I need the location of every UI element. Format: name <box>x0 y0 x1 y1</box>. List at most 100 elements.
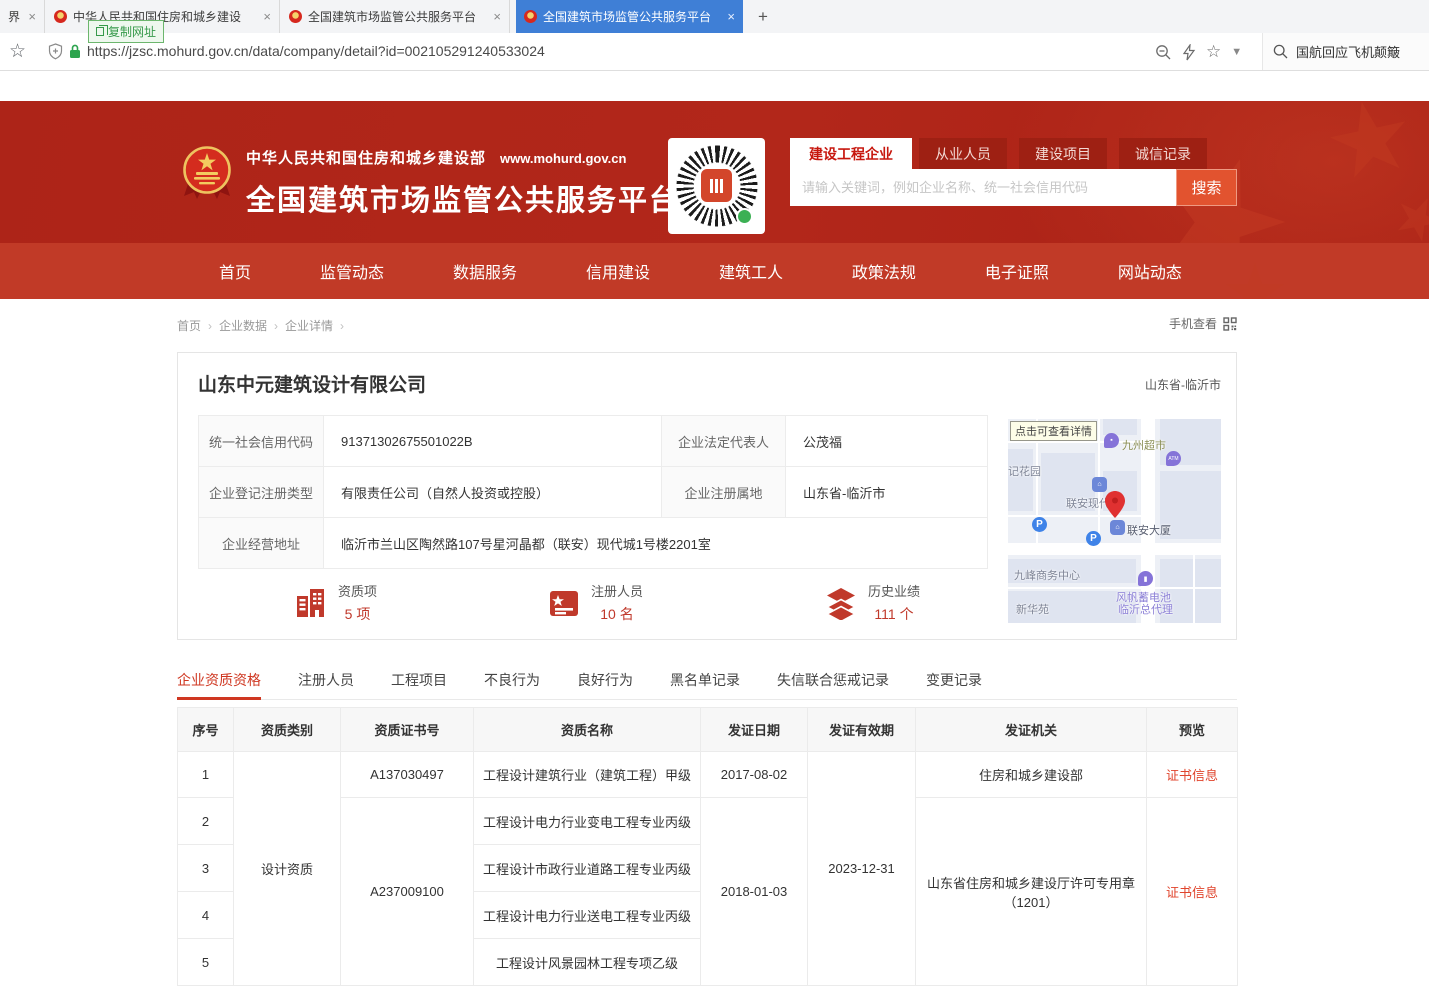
mobile-view-button[interactable]: 手机查看 <box>1169 315 1237 332</box>
wechat-badge-icon <box>736 208 753 225</box>
breadcrumb-separator: › <box>274 319 278 333</box>
favorite-star-icon[interactable]: ☆ <box>1206 42 1221 62</box>
cell-issue-date: 2017-08-02 <box>701 752 808 798</box>
tab-close-icon[interactable]: × <box>263 9 271 24</box>
map-label-garden: 记花园 <box>1008 463 1041 479</box>
company-detail-card: 山东中元建筑设计有限公司 山东省-临沂市 统一社会信用代码 9137130267… <box>177 352 1237 640</box>
map-poi-building-icon: ⌂ <box>1092 477 1107 492</box>
reg-region-label: 企业注册属地 <box>662 467 786 518</box>
breadcrumb-company-data[interactable]: 企业数据 <box>219 317 267 334</box>
breadcrumb-separator: › <box>340 319 344 333</box>
map-red-pin-icon <box>1105 491 1125 518</box>
breadcrumb-separator: › <box>208 319 212 333</box>
browser-tab-partial[interactable]: 界 × <box>0 0 45 33</box>
detail-tab-bar: 企业资质资格 注册人员 工程项目 不良行为 良好行为 黑名单记录 失信联合惩戒记… <box>177 661 1237 700</box>
browser-tab-jzsc-active[interactable]: 全国建筑市场监管公共服务平台 × <box>516 0 743 33</box>
breadcrumb-home[interactable]: 首页 <box>177 317 201 334</box>
new-tab-button[interactable]: + <box>750 4 776 30</box>
col-preview: 预览 <box>1147 708 1238 752</box>
browser-tab-strip: 界 × 中华人民共和国住房和城乡建设 × 全国建筑市场监管公共服务平台 × 全国… <box>0 0 1429 33</box>
nav-item-supervision[interactable]: 监管动态 <box>320 259 384 283</box>
tab-close-icon[interactable]: × <box>727 9 735 24</box>
credit-code-value: 91371302675501022B <box>324 416 662 467</box>
address-value: 临沂市兰山区陶然路107号星河晶都（联安）现代城1号楼2201室 <box>324 518 988 569</box>
tab-change-record[interactable]: 变更记录 <box>926 661 982 699</box>
reg-region-value: 山东省-临沂市 <box>786 467 988 518</box>
tab-projects[interactable]: 工程项目 <box>391 661 447 699</box>
mobile-view-label: 手机查看 <box>1169 315 1217 332</box>
stat-label: 资质项 <box>338 581 377 600</box>
company-stats: 资质项 5 项 注册人员 10 名 历史业绩 111 个 <box>198 579 987 631</box>
map-tooltip: 点击可查看详情 <box>1010 421 1097 441</box>
stat-label: 历史业绩 <box>868 581 920 600</box>
cell-name: 工程设计建筑行业（建筑工程）甲级 <box>474 752 701 798</box>
qr-center-logo <box>701 169 732 202</box>
search-tab-project[interactable]: 建设项目 <box>1019 138 1107 169</box>
tab-registered-personnel[interactable]: 注册人员 <box>298 661 354 699</box>
col-name: 资质名称 <box>474 708 701 752</box>
tab-blacklist[interactable]: 黑名单记录 <box>670 661 740 699</box>
stat-historical-projects[interactable]: 历史业绩 111 个 <box>824 581 920 624</box>
stat-value: 10 名 <box>591 604 643 624</box>
copy-url-tooltip-text: 复制网址 <box>108 23 156 40</box>
tab-bad-behavior[interactable]: 不良行为 <box>484 661 540 699</box>
certificate-info-link[interactable]: 证书信息 <box>1166 885 1218 900</box>
tab-dishonesty-record[interactable]: 失信联合惩戒记录 <box>777 661 889 699</box>
credit-code-label: 统一社会信用代码 <box>199 416 324 467</box>
miniprogram-qr-code <box>668 138 765 234</box>
col-authority: 发证机关 <box>916 708 1147 752</box>
table-row: 1 设计资质 A137030497 工程设计建筑行业（建筑工程）甲级 2017-… <box>178 752 1238 798</box>
nav-item-policy[interactable]: 政策法规 <box>852 259 916 283</box>
tab-close-icon[interactable]: × <box>28 9 36 24</box>
chevron-down-icon[interactable]: ▼ <box>1231 46 1242 58</box>
col-category: 资质类别 <box>234 708 341 752</box>
tab-close-icon[interactable]: × <box>493 9 501 24</box>
table-row: 企业登记注册类型 有限责任公司（自然人投资或控股） 企业注册属地 山东省-临沂市 <box>199 467 988 518</box>
table-row: 企业经营地址 临沂市兰山区陶然路107号星河晶都（联安）现代城1号楼2201室 <box>199 518 988 569</box>
tab-good-behavior[interactable]: 良好行为 <box>577 661 633 699</box>
tab-enterprise-qualification[interactable]: 企业资质资格 <box>177 661 261 699</box>
col-cert-no: 资质证书号 <box>341 708 474 752</box>
site-favicon-icon <box>54 10 67 23</box>
location-map[interactable]: 点击可查看详情 ▪ 九州超市 ATM 记花园 ⌂ 联安现代城 ⌂ 联安大厦 P … <box>1008 419 1221 623</box>
site-favicon-icon <box>524 10 537 23</box>
certificate-info-link[interactable]: 证书信息 <box>1166 768 1218 783</box>
tab-title: 界 <box>8 8 22 25</box>
stat-registered-personnel[interactable]: 注册人员 10 名 <box>547 581 643 624</box>
ministry-name: 中华人民共和国住房和城乡建设部 <box>246 150 486 167</box>
tab-title: 全国建筑市场监管公共服务平台 <box>308 8 487 25</box>
quick-search-box[interactable]: 国航回应飞机颠簸 <box>1262 33 1429 70</box>
col-valid-until: 发证有效期 <box>808 708 916 752</box>
company-info-table: 统一社会信用代码 91371302675501022B 企业法定代表人 公茂福 … <box>198 415 988 569</box>
breadcrumb-company-detail[interactable]: 企业详情 <box>285 317 333 334</box>
nav-item-site-news[interactable]: 网站动态 <box>1118 259 1182 283</box>
browser-tab-jzsc-1[interactable]: 全国建筑市场监管公共服务平台 × <box>281 0 510 33</box>
company-name: 山东中元建筑设计有限公司 <box>198 370 426 397</box>
search-button[interactable]: 搜索 <box>1176 169 1237 206</box>
url-text[interactable]: https://jzsc.mohurd.gov.cn/data/company/… <box>87 43 545 59</box>
https-lock-icon[interactable] <box>69 44 81 59</box>
copy-icon <box>96 27 104 36</box>
cell-cert-no: A237009100 <box>341 798 474 986</box>
nav-item-data-service[interactable]: 数据服务 <box>453 259 517 283</box>
nav-item-credit[interactable]: 信用建设 <box>586 259 650 283</box>
building-icon <box>294 586 328 620</box>
keyword-search-input[interactable] <box>790 169 1176 206</box>
shield-icon[interactable] <box>48 43 63 60</box>
nav-item-e-license[interactable]: 电子证照 <box>985 259 1049 283</box>
site-url: www.mohurd.gov.cn <box>500 151 626 166</box>
header-search-panel: 建设工程企业 从业人员 建设项目 诚信记录 搜索 <box>790 138 1237 206</box>
flash-extension-icon[interactable] <box>1182 44 1196 61</box>
stat-qualifications[interactable]: 资质项 5 项 <box>294 581 377 624</box>
nav-item-home[interactable]: 首页 <box>219 259 251 283</box>
qr-code-icon <box>1223 317 1237 331</box>
search-tab-personnel[interactable]: 从业人员 <box>919 138 1007 169</box>
nav-item-workers[interactable]: 建筑工人 <box>719 259 783 283</box>
zoom-out-icon[interactable] <box>1155 44 1172 61</box>
search-tab-credit[interactable]: 诚信记录 <box>1119 138 1207 169</box>
ministry-title: 中华人民共和国住房和城乡建设部 www.mohurd.gov.cn <box>246 147 680 168</box>
map-label-supermarket: 九州超市 <box>1122 437 1166 453</box>
map-poi-atm-icon: ATM <box>1166 451 1181 466</box>
search-tab-enterprise[interactable]: 建设工程企业 <box>790 138 912 169</box>
bookmark-star-icon[interactable]: ☆ <box>9 40 26 63</box>
